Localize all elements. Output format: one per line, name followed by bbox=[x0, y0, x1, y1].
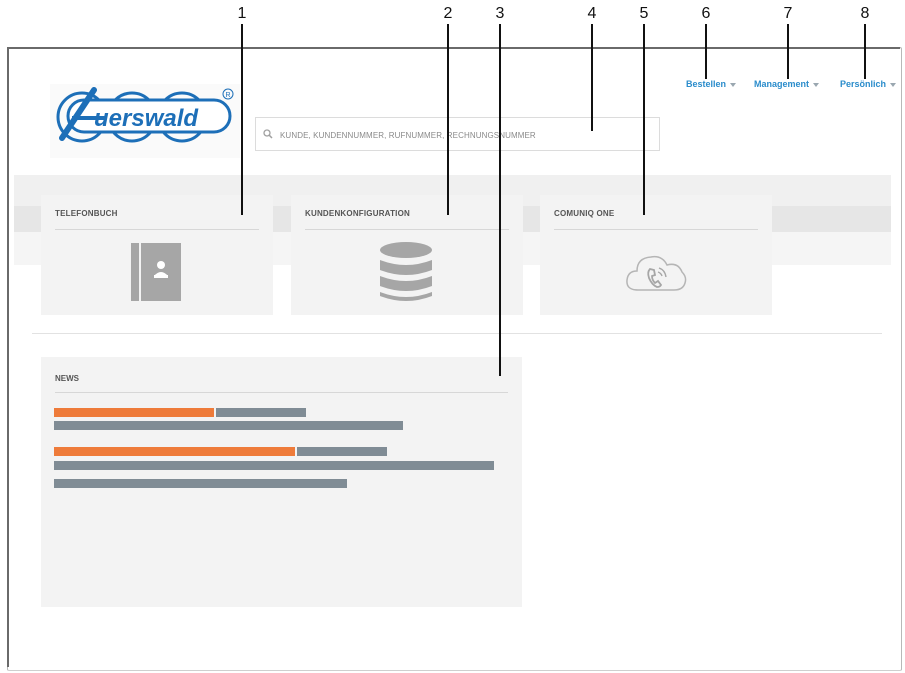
callout-7-leader bbox=[787, 24, 789, 79]
news-title: NEWS bbox=[55, 374, 79, 383]
callout-3-leader bbox=[499, 24, 501, 376]
cloud-phone-icon bbox=[626, 255, 687, 291]
callout-5: 5 bbox=[639, 5, 649, 22]
tile-title: TELEFONBUCH bbox=[55, 209, 118, 218]
frame-top-edge bbox=[7, 47, 900, 49]
tile-title: KUNDENKONFIGURATION bbox=[305, 209, 410, 218]
nav-menu-persoenlich[interactable]: Persönlich bbox=[840, 79, 897, 89]
tile-title: COMUNIQ ONE bbox=[554, 209, 615, 218]
section-divider bbox=[32, 333, 882, 334]
news-item-2-date bbox=[54, 447, 295, 456]
news-item-2-title[interactable] bbox=[297, 447, 387, 456]
chevron-down-icon bbox=[813, 82, 820, 87]
tile-divider bbox=[305, 229, 509, 230]
auerswald-logo: uerswald R bbox=[50, 84, 240, 158]
news-divider bbox=[55, 392, 508, 393]
auerswald-logo-graphic: uerswald R bbox=[56, 87, 234, 143]
callout-4: 4 bbox=[587, 5, 597, 22]
callout-3: 3 bbox=[495, 5, 505, 22]
callout-2-leader bbox=[447, 24, 449, 215]
news-item-2-text bbox=[54, 461, 494, 470]
news-item-1-text bbox=[54, 421, 403, 430]
database-icon bbox=[380, 242, 432, 301]
tile-divider bbox=[554, 229, 758, 230]
news-item-3-text bbox=[54, 479, 347, 488]
callout-7: 7 bbox=[783, 5, 793, 22]
callout-2: 2 bbox=[443, 5, 453, 22]
nav-menu-persoenlich-label: Persönlich bbox=[840, 79, 887, 89]
nav-menu-management[interactable]: Management bbox=[754, 79, 820, 89]
callout-5-leader bbox=[643, 24, 645, 215]
callout-6: 6 bbox=[701, 5, 711, 22]
news-panel: NEWS bbox=[41, 357, 522, 607]
news-item-1-title[interactable] bbox=[216, 408, 306, 417]
nav-menu-bestellen-label: Bestellen bbox=[686, 79, 727, 89]
svg-text:R: R bbox=[226, 92, 231, 99]
callout-4-leader bbox=[591, 24, 593, 131]
frame-left-edge bbox=[7, 47, 9, 667]
customer-search-box[interactable] bbox=[255, 117, 660, 151]
callout-8-leader bbox=[864, 24, 866, 79]
contact-book-icon bbox=[130, 242, 182, 302]
search-input[interactable] bbox=[280, 126, 650, 144]
nav-menu-bestellen[interactable]: Bestellen bbox=[686, 79, 737, 89]
callout-1: 1 bbox=[237, 5, 247, 22]
svg-text:uerswald: uerswald bbox=[94, 105, 199, 132]
callout-1-leader bbox=[241, 24, 243, 215]
nav-menu-management-label: Management bbox=[754, 79, 810, 89]
tile-kundenkonfiguration[interactable]: KUNDENKONFIGURATION bbox=[291, 195, 523, 315]
chevron-down-icon bbox=[730, 82, 737, 87]
tile-divider bbox=[55, 229, 259, 230]
chevron-down-icon bbox=[890, 82, 897, 87]
search-icon bbox=[263, 129, 273, 139]
callout-6-leader bbox=[705, 24, 707, 79]
tile-telefonbuch[interactable]: TELEFONBUCH bbox=[41, 195, 273, 315]
tile-comuniq-one[interactable]: COMUNIQ ONE bbox=[540, 195, 772, 315]
callout-8: 8 bbox=[860, 5, 870, 22]
news-item-1-date bbox=[54, 408, 214, 417]
